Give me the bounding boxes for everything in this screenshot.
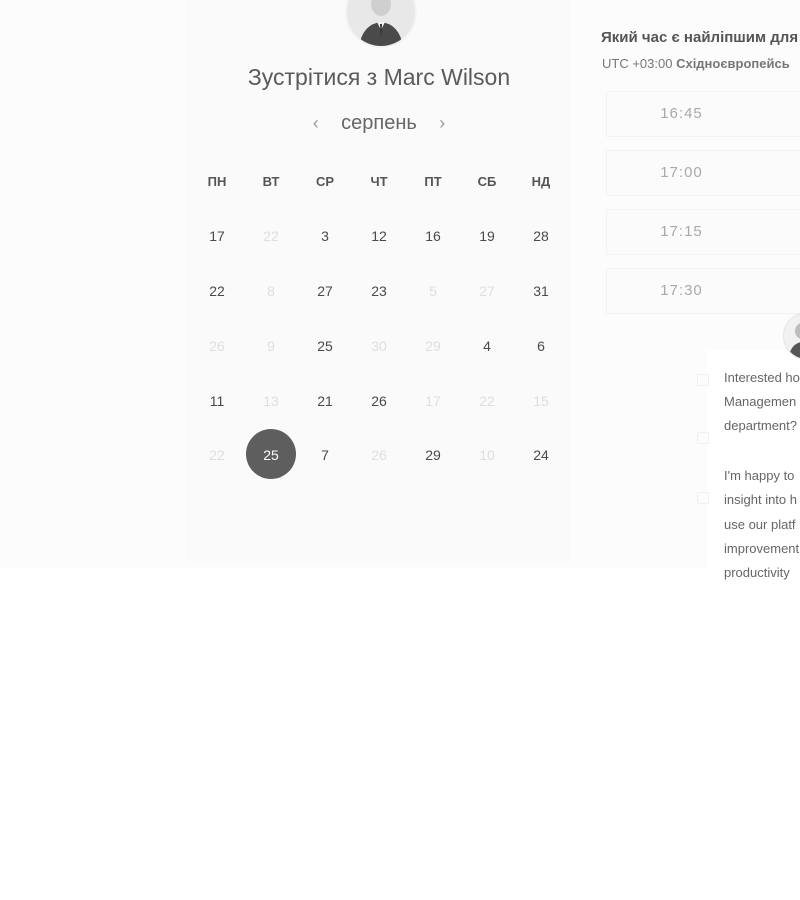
unavailable-day: 27 <box>479 283 495 299</box>
calendar-week-row: 22 8 27 23 5 27 31 <box>190 281 568 301</box>
unavailable-day: 26 <box>209 338 225 354</box>
day-button[interactable]: 26 <box>352 391 406 411</box>
meeting-title: Зустрітися з Marc Wilson <box>247 64 511 90</box>
calendar-week-row: 26 9 25 30 29 4 6 <box>190 336 568 356</box>
unavailable-day: 29 <box>425 338 441 354</box>
weekday-label: ПТ <box>424 174 442 189</box>
day-button[interactable]: 23 <box>352 281 406 301</box>
timezone-offset: UTC +03:00 <box>602 56 673 71</box>
day-button[interactable]: 24 <box>514 445 568 465</box>
unavailable-day: 22 <box>209 447 225 463</box>
unavailable-day: 30 <box>371 338 387 354</box>
weekday-label: СР <box>315 174 335 189</box>
day-button[interactable]: 12 <box>352 226 406 246</box>
checkbox-icon <box>697 492 709 504</box>
day-button[interactable]: 21 <box>298 391 352 411</box>
weekday-label: НД <box>531 174 551 189</box>
day-button[interactable]: 19 <box>460 226 514 246</box>
timezone-label[interactable]: UTC +03:00 Східноєвропейсь <box>602 56 790 71</box>
day-number: 25 <box>263 447 279 463</box>
day-button[interactable]: 17 <box>190 226 244 246</box>
unavailable-day: 13 <box>263 393 279 409</box>
chat-message-line: improvement <box>724 541 800 556</box>
calendar-week-row: 22 25 7 26 29 10 24 <box>190 429 568 479</box>
time-slot-button[interactable]: 16:45 <box>606 91 800 137</box>
unavailable-day: 10 <box>479 447 495 463</box>
weekday-label: ЧТ <box>370 174 388 189</box>
day-button[interactable]: 25 <box>298 336 352 356</box>
weekday-header: ПН ВТ СР ЧТ ПТ СБ НД <box>190 174 568 189</box>
month-label: серпень <box>341 112 417 134</box>
day-button[interactable]: 3 <box>298 226 352 246</box>
time-question: Який час є найліпшим для <box>601 29 799 46</box>
calendar-week-row: 17 22 3 12 16 19 28 <box>190 226 568 246</box>
unavailable-day: 8 <box>267 283 275 299</box>
checkbox-icon <box>697 432 709 444</box>
weekday-label: СБ <box>477 174 497 189</box>
day-button[interactable]: 27 <box>298 281 352 301</box>
day-button[interactable]: 7 <box>298 445 352 465</box>
weekday-label: ПН <box>207 174 227 189</box>
time-slot-button[interactable]: 17:30 <box>606 268 800 314</box>
day-button[interactable]: 11 <box>190 391 244 411</box>
time-slot-button[interactable]: 17:00 <box>606 150 800 196</box>
checkbox-icon <box>697 374 709 386</box>
time-slot-button[interactable]: 17:15 <box>606 209 800 255</box>
unavailable-day: 22 <box>479 393 495 409</box>
unavailable-day: 22 <box>263 228 279 244</box>
day-button[interactable]: 16 <box>406 226 460 246</box>
selected-day-button[interactable]: 25 <box>244 429 298 479</box>
unavailable-day: 15 <box>533 393 549 409</box>
unavailable-day: 9 <box>267 338 275 354</box>
day-button[interactable]: 4 <box>460 336 514 356</box>
day-button[interactable]: 28 <box>514 226 568 246</box>
chat-message-line: department? <box>724 418 797 433</box>
unavailable-day: 5 <box>429 283 437 299</box>
unavailable-day: 17 <box>425 393 441 409</box>
chat-message-line: use our platf <box>724 517 796 532</box>
prev-month-icon[interactable]: ‹ <box>313 113 319 134</box>
weekday-label: ВТ <box>262 174 280 189</box>
day-button[interactable]: 6 <box>514 336 568 356</box>
chat-message-line: I'm happy to <box>724 468 795 483</box>
day-button[interactable]: 22 <box>190 281 244 301</box>
next-month-icon[interactable]: › <box>439 113 445 134</box>
timezone-name: Східноєвропейсь <box>676 56 790 71</box>
unavailable-day: 26 <box>371 447 387 463</box>
day-button[interactable]: 31 <box>514 281 568 301</box>
chat-message-line: Interested ho <box>724 370 800 385</box>
day-button[interactable]: 29 <box>406 445 460 465</box>
chat-message-line: Managemen <box>724 394 797 409</box>
calendar-week-row: 11 13 21 26 17 22 15 <box>190 391 568 411</box>
chat-message-line: productivity <box>724 565 790 580</box>
chat-message-line: insight into h <box>724 492 797 507</box>
month-navigation: ‹ серпень › <box>188 112 570 142</box>
